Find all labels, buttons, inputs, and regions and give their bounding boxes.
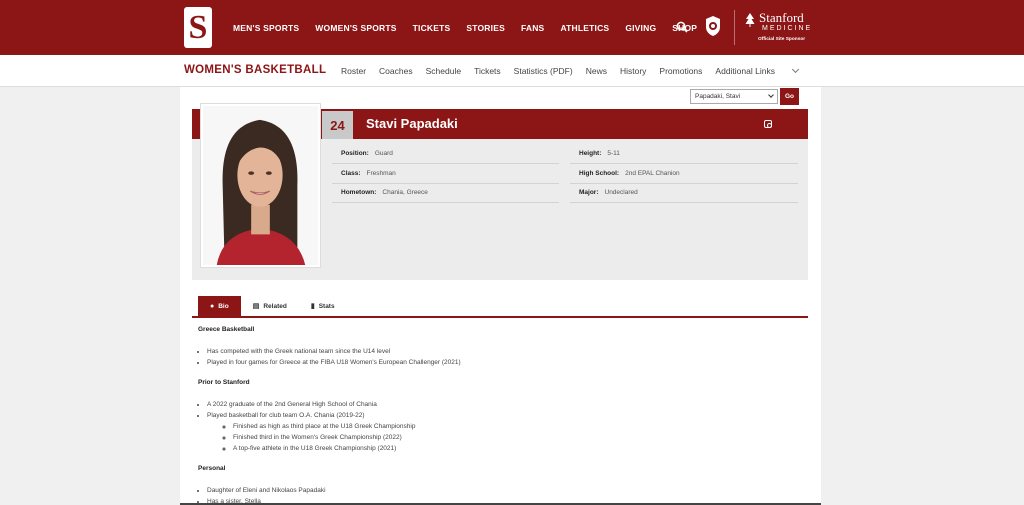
player-photo	[200, 103, 321, 268]
nav-giving[interactable]: GIVING	[625, 23, 656, 33]
info-value: 2nd EPAL Chanion	[625, 170, 680, 177]
player-name: Stavi Papadaki	[366, 116, 458, 131]
list-item: A 2022 graduate of the 2nd General High …	[207, 400, 798, 411]
list-item: Finished third in the Women's Greek Cham…	[233, 433, 798, 444]
sponsor-tagline: Official Site Sponsor	[758, 37, 806, 42]
nav-tickets[interactable]: TICKETS	[413, 23, 451, 33]
info-label: Hometown:	[341, 189, 377, 196]
additional-links-label: Additional Links	[715, 65, 775, 76]
list-item: Daughter of Eleni and Nikolaos Papadaki	[207, 486, 798, 497]
info-class: Class: Freshman	[332, 164, 559, 184]
sponsor-logo[interactable]: Stanford MEDICINE Official Site Sponsor	[745, 11, 817, 47]
player-select[interactable]: Papadaki, Stavi	[690, 89, 778, 104]
bar-chart-icon: ▮	[310, 303, 315, 310]
subnav-news[interactable]: News	[586, 66, 607, 76]
info-label: Height:	[579, 150, 602, 157]
info-major: Major: Undeclared	[570, 183, 798, 203]
sport-subnav: WOMEN'S BASKETBALL Roster Coaches Schedu…	[0, 55, 1024, 87]
tab-label: Bio	[218, 302, 229, 310]
nav-athletics[interactable]: ATHLETICS	[560, 23, 609, 33]
list-item: Played basketball for club team O.A. Cha…	[207, 411, 798, 422]
info-value: Guard	[374, 150, 393, 157]
subnav-promotions[interactable]: Promotions	[659, 66, 702, 76]
logo-letter: S	[188, 8, 208, 46]
go-button[interactable]: Go	[780, 88, 799, 105]
info-position: Position: Guard	[332, 144, 559, 164]
tab-underline	[192, 316, 808, 318]
list-item: Finished as high as third place at the U…	[233, 422, 798, 433]
info-label: Major:	[579, 189, 599, 196]
player-headshot-image	[203, 106, 318, 265]
nav-stories[interactable]: STORIES	[466, 23, 505, 33]
subnav-schedule[interactable]: Schedule	[426, 66, 461, 76]
nav-mens-sports[interactable]: MEN'S SPORTS	[233, 23, 299, 33]
newspaper-icon: ▤	[252, 303, 260, 310]
bio-heading: Prior to Stanford	[198, 379, 250, 386]
bio-sublist: Finished as high as third place at the U…	[233, 422, 798, 455]
tab-label: Stats	[318, 302, 335, 310]
tab-bio[interactable]: ● Bio	[198, 296, 241, 316]
chevron-down-icon	[768, 92, 774, 98]
main-nav: MEN'S SPORTS WOMEN'S SPORTS TICKETS STOR…	[225, 0, 705, 55]
info-high-school: High School: 2nd EPAL Chanion	[570, 164, 798, 184]
pac12-logo-icon[interactable]	[705, 15, 721, 37]
info-value: Chania, Greece	[382, 189, 428, 196]
bio-heading: Personal	[198, 465, 226, 472]
info-hometown: Hometown: Chania, Greece	[332, 183, 559, 203]
bio-heading: Greece Basketball	[198, 326, 255, 333]
subnav-coaches[interactable]: Coaches	[379, 66, 413, 76]
speech-bubble-icon: ●	[210, 302, 215, 310]
bio-list: A 2022 graduate of the 2nd General High …	[207, 400, 798, 455]
info-label: Class:	[341, 170, 361, 177]
tab-stats[interactable]: ▮ Stats	[299, 296, 347, 316]
bio-content: Greece Basketball Has competed with the …	[198, 326, 798, 505]
list-item: Played in four games for Greece at the F…	[207, 358, 798, 369]
subnav-history[interactable]: History	[620, 66, 646, 76]
list-item: Has competed with the Greek national tea…	[207, 347, 798, 358]
nav-womens-sports[interactable]: WOMEN'S SPORTS	[315, 23, 396, 33]
tree-icon	[745, 13, 755, 27]
info-value: Freshman	[366, 170, 396, 177]
tab-related[interactable]: ▤ Related	[241, 296, 299, 316]
info-height: Height: 5-11	[570, 144, 798, 164]
sport-title[interactable]: WOMEN'S BASKETBALL	[184, 64, 326, 76]
player-select-value: Papadaki, Stavi	[695, 93, 741, 100]
stanford-logo[interactable]: S	[184, 7, 212, 48]
nav-divider	[734, 10, 735, 45]
subnav-statistics[interactable]: Statistics (PDF)	[514, 66, 573, 76]
info-value: Undeclared	[604, 189, 638, 196]
info-value: 5-11	[607, 150, 620, 157]
chevron-down-icon	[791, 65, 800, 73]
bio-list: Has competed with the Greek national tea…	[207, 347, 798, 369]
subnav-tickets[interactable]: Tickets	[474, 66, 501, 76]
sponsor-sub: MEDICINE	[762, 25, 813, 32]
instagram-icon[interactable]	[764, 120, 772, 128]
subnav-links: Roster Coaches Schedule Tickets Statisti…	[341, 55, 811, 86]
subnav-additional-links[interactable]: Additional Links	[715, 65, 800, 76]
info-label: Position:	[341, 150, 369, 157]
search-icon[interactable]	[676, 21, 688, 33]
jersey-number: 24	[322, 111, 353, 139]
nav-fans[interactable]: FANS	[521, 23, 544, 33]
list-item: A top-five athlete in the U18 Greek Cham…	[233, 444, 798, 455]
tab-label: Related	[263, 302, 287, 310]
info-label: High School:	[579, 170, 620, 177]
subnav-roster[interactable]: Roster	[341, 66, 366, 76]
profile-tabs: ● Bio ▤ Related ▮ Stats	[198, 296, 347, 316]
sponsor-name: Stanford	[759, 10, 804, 25]
